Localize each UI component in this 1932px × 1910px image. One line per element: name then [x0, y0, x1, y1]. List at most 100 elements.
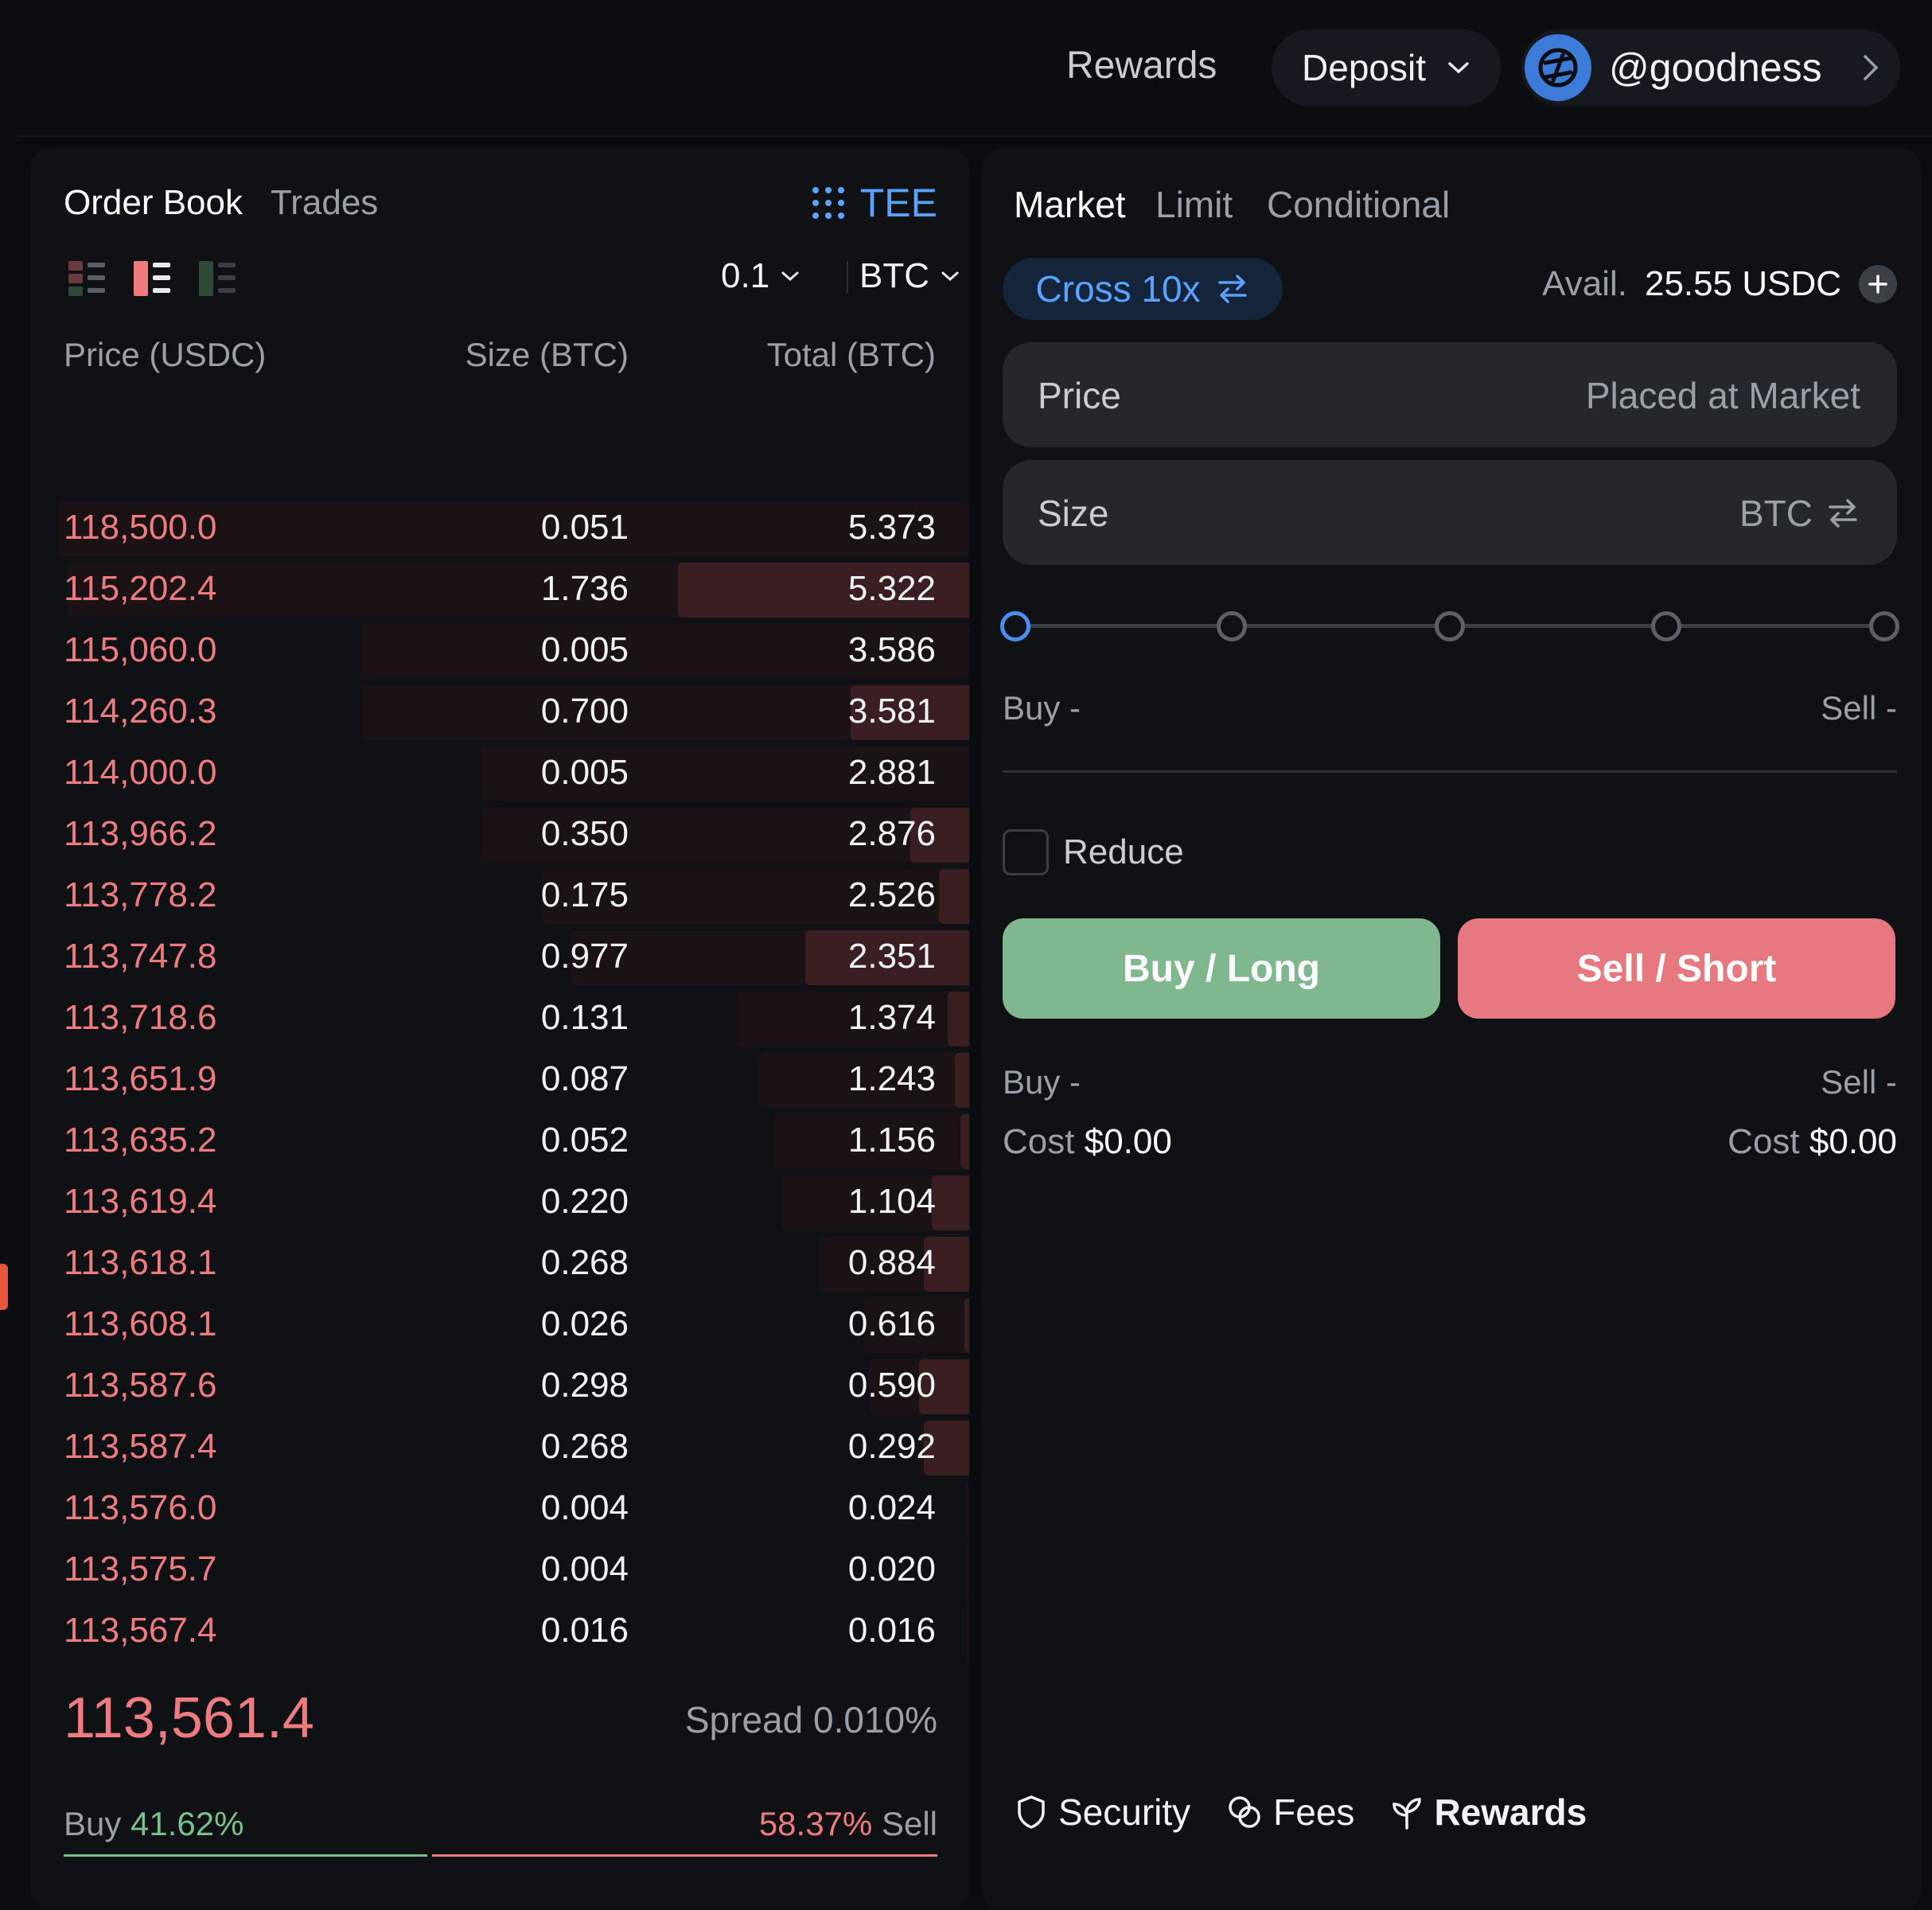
- ask-row[interactable]: 113,587.4 0.268 0.292: [30, 1417, 969, 1479]
- ask-size: 0.175: [540, 875, 629, 914]
- edge-indicator: [0, 1264, 8, 1310]
- ask-row[interactable]: 114,000.0 0.005 2.881: [30, 743, 969, 805]
- tick-size-select[interactable]: 0.1: [721, 256, 800, 296]
- buy-estimate: Buy -: [1003, 689, 1081, 727]
- deposit-label: Deposit: [1302, 47, 1426, 88]
- available-value: 25.55 USDC: [1644, 264, 1841, 303]
- ask-total: 1.104: [847, 1182, 936, 1221]
- rewards-link[interactable]: Rewards: [1066, 44, 1217, 88]
- ask-row[interactable]: 113,619.4 0.220 1.104: [30, 1172, 969, 1234]
- ask-row[interactable]: 113,778.2 0.175 2.526: [30, 866, 969, 927]
- tab-market[interactable]: Market: [1014, 183, 1126, 226]
- ask-total: 2.876: [847, 814, 936, 853]
- view-mode-toggle: [68, 259, 237, 298]
- ask-row[interactable]: 113,635.2 0.052 1.156: [30, 1111, 969, 1172]
- ask-row[interactable]: 113,608.1 0.026 0.616: [30, 1295, 969, 1356]
- spread: Spread 0.010%: [685, 1698, 937, 1741]
- ask-row[interactable]: 115,060.0 0.005 3.586: [30, 621, 969, 682]
- tab-conditional[interactable]: Conditional: [1267, 183, 1450, 226]
- buy-cost: Cost $0.00: [1003, 1122, 1172, 1162]
- buy-ratio-bar: [64, 1854, 427, 1857]
- avatar: [1525, 34, 1591, 101]
- slider-knob-25[interactable]: [1217, 611, 1247, 641]
- buy-cost-label: Cost: [1003, 1122, 1075, 1161]
- ask-row[interactable]: 113,587.6 0.298 0.590: [30, 1356, 969, 1417]
- ask-total: 3.581: [847, 692, 936, 731]
- reduce-checkbox[interactable]: [1003, 829, 1049, 875]
- ask-row[interactable]: 113,651.9 0.087 1.243: [30, 1050, 969, 1111]
- footer-rewards-label: Rewards: [1434, 1791, 1587, 1833]
- ask-total: 0.616: [847, 1304, 936, 1343]
- ask-size: 0.016: [540, 1611, 629, 1650]
- sell-short-button[interactable]: Sell / Short: [1458, 918, 1895, 1019]
- available-label: Avail.: [1542, 264, 1627, 303]
- ask-row[interactable]: 115,202.4 1.736 5.322: [30, 559, 969, 621]
- ask-size: 0.026: [540, 1304, 629, 1343]
- bids-only-view-icon[interactable]: [199, 259, 237, 298]
- top-bar: Rewards Deposit @goodness: [0, 0, 1932, 137]
- size-field[interactable]: Size BTC: [1003, 460, 1897, 565]
- tab-limit[interactable]: Limit: [1155, 183, 1233, 226]
- tab-trades[interactable]: Trades: [271, 183, 378, 223]
- asks-only-view-icon[interactable]: [134, 259, 172, 298]
- ask-total: 5.322: [847, 569, 936, 608]
- ask-row[interactable]: 113,576.0 0.004 0.024: [30, 1479, 969, 1540]
- ask-row[interactable]: 113,718.6 0.131 1.374: [30, 988, 969, 1050]
- slider-knob-0[interactable]: [1000, 611, 1030, 641]
- unit-value: BTC: [859, 256, 929, 295]
- chevron-right-icon: [1864, 55, 1879, 80]
- ask-total: 1.243: [847, 1059, 936, 1098]
- ask-row[interactable]: 113,747.8 0.977 2.351: [30, 927, 969, 988]
- tee-label: TEE: [859, 181, 937, 225]
- available-balance: Avail. 25.55 USDC: [1542, 264, 1897, 304]
- ask-row[interactable]: 113,567.4 0.016 0.016: [30, 1601, 969, 1662]
- sell-estimate: Sell -: [1821, 689, 1897, 727]
- order-book-panel: Order Book Trades TEE 0.1 BTC Price (USD…: [30, 148, 969, 1910]
- user-account-button[interactable]: @goodness: [1521, 29, 1900, 106]
- tee-button[interactable]: TEE: [811, 180, 937, 226]
- ask-row[interactable]: 113,966.2 0.350 2.876: [30, 805, 969, 866]
- footer-security-link[interactable]: Security: [1015, 1791, 1190, 1834]
- ask-price: 113,587.4: [64, 1427, 217, 1466]
- username: @goodness: [1609, 45, 1822, 90]
- ask-row[interactable]: 113,575.7 0.004 0.020: [30, 1540, 969, 1601]
- footer-fees-link[interactable]: Fees: [1227, 1791, 1354, 1834]
- buy-long-button[interactable]: Buy / Long: [1003, 918, 1440, 1019]
- ask-total: 0.884: [847, 1243, 936, 1282]
- add-funds-button[interactable]: [1859, 265, 1897, 303]
- footer-rewards-link[interactable]: Rewards: [1391, 1791, 1587, 1834]
- tab-order-book[interactable]: Order Book: [64, 183, 243, 223]
- trade-panel: Market Limit Conditional Cross 10x Avail…: [982, 148, 1921, 1910]
- ask-row[interactable]: 113,618.1 0.268 0.884: [30, 1234, 969, 1295]
- plus-icon: [1868, 275, 1887, 294]
- ask-total: 3.586: [847, 630, 936, 669]
- slider-knob-75[interactable]: [1651, 611, 1681, 641]
- ask-price: 113,576.0: [64, 1488, 217, 1527]
- price-field[interactable]: Price Placed at Market: [1003, 342, 1897, 447]
- size-unit-toggle[interactable]: BTC: [1739, 492, 1860, 535]
- ask-total: 1.374: [847, 998, 936, 1037]
- margin-mode-button[interactable]: Cross 10x: [1003, 258, 1283, 320]
- slider-knob-100[interactable]: [1869, 611, 1899, 641]
- size-slider[interactable]: [1000, 610, 1899, 641]
- tick-size-value: 0.1: [721, 256, 770, 295]
- depth-bar: [965, 1543, 969, 1598]
- ask-row[interactable]: 114,260.3 0.700 3.581: [30, 682, 969, 743]
- sell-ratio-bar: [432, 1854, 937, 1857]
- ask-row[interactable]: 118,500.0 0.051 5.373: [30, 498, 969, 559]
- size-field-label: Size: [1038, 493, 1109, 534]
- unit-select[interactable]: BTC: [836, 256, 960, 296]
- deposit-button[interactable]: Deposit: [1272, 29, 1501, 106]
- slider-knob-50[interactable]: [1435, 611, 1465, 641]
- sell-cost-label: Cost: [1728, 1122, 1800, 1161]
- sell-ratio: 58.37% Sell: [759, 1805, 937, 1843]
- size-bar: [948, 992, 969, 1047]
- both-sides-view-icon[interactable]: [68, 259, 107, 298]
- coins-icon: [1229, 1796, 1260, 1828]
- size-bar: [960, 1114, 969, 1169]
- ask-price: 113,778.2: [64, 875, 217, 914]
- swap-arrows-icon: [1829, 499, 1857, 528]
- ask-price: 114,000.0: [64, 753, 217, 792]
- margin-mode-label: Cross 10x: [1035, 268, 1201, 310]
- price-field-placeholder: Placed at Market: [1585, 375, 1860, 416]
